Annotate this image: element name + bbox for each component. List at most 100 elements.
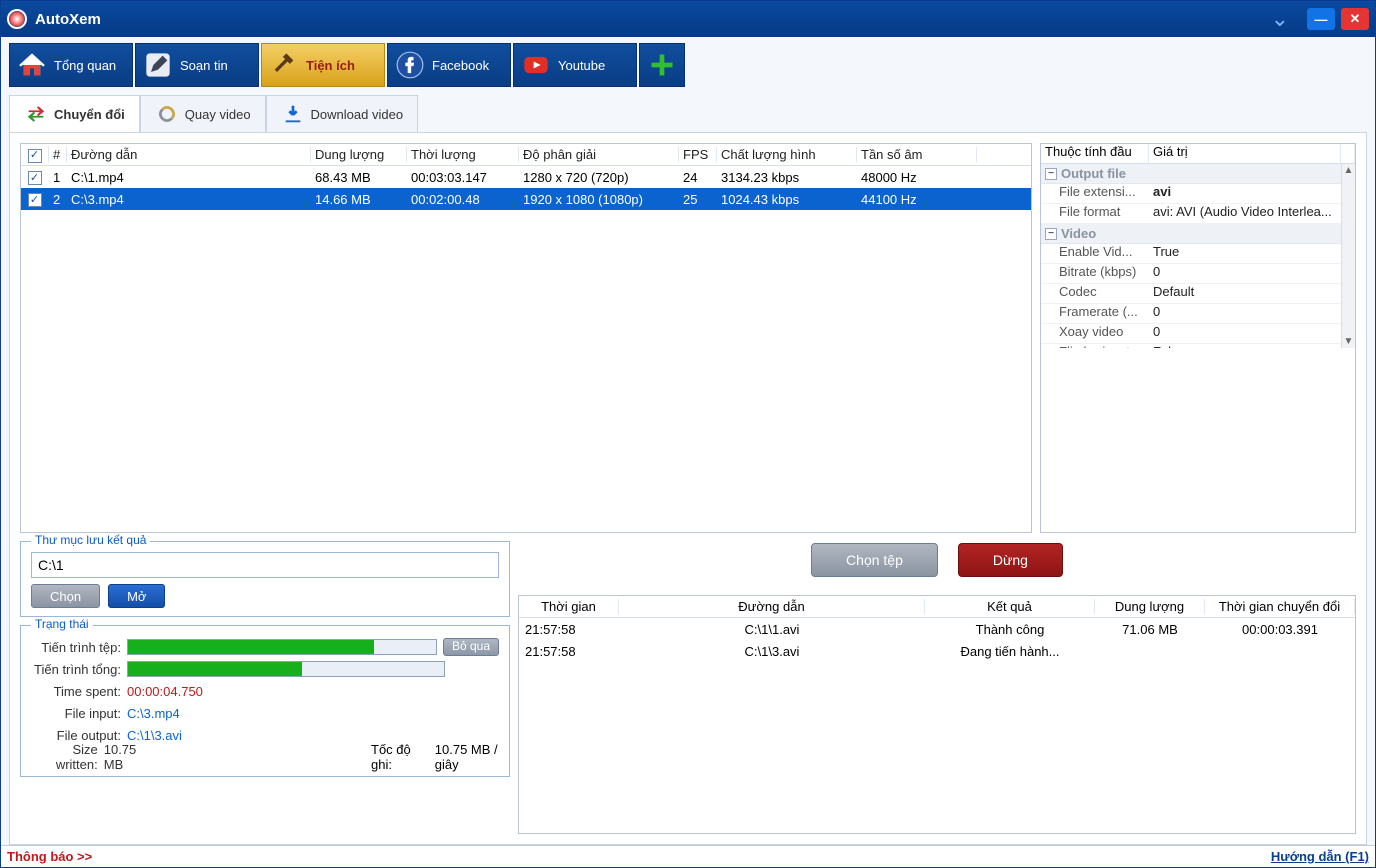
size-written-label: Size written: [31,742,98,772]
col-size[interactable]: Dung lượng [311,147,407,162]
pg-row[interactable]: Bitrate (kbps)0 [1041,264,1341,284]
tab-youtube-label: Youtube [558,58,605,73]
status-group: Trạng thái Tiến trình tệp: Bỏ qua Tiến t… [20,625,510,777]
file-input-label: File input: [31,706,121,721]
tab-compose-label: Soạn tin [180,58,228,73]
col-fps[interactable]: FPS [679,147,717,162]
help-link[interactable]: Hướng dẫn (F1) [1271,849,1369,864]
collapse-icon[interactable]: − [1045,168,1057,180]
property-grid-scrollbar[interactable]: ▲ ▼ [1341,164,1355,348]
col-vbitrate[interactable]: Chất lượng hình [717,147,857,162]
chevron-down-icon[interactable]: ⌄ [1271,6,1289,32]
pg-row[interactable]: CodecDefault [1041,284,1341,304]
tab-add[interactable] [639,43,685,87]
col-res[interactable]: Độ phân giải [519,147,679,162]
app-title: AutoXem [35,11,1271,28]
plus-icon [646,49,678,81]
property-grid-header: Thuộc tính đầu ... Giá trị [1041,144,1355,164]
file-progress-label: Tiến trình tệp: [31,640,121,655]
result-row[interactable]: 21:57:58C:\1\3.aviĐang tiến hành... [519,640,1355,662]
pg-row[interactable]: File formatavi: AVI (Audio Video Interle… [1041,204,1341,224]
check-all[interactable] [28,149,42,163]
write-speed-value: 10.75 MB / giây [435,742,499,772]
pg-row[interactable]: Framerate (...0 [1041,304,1341,324]
hammer-icon [268,49,300,81]
convert-icon [24,102,48,126]
rcol-conv[interactable]: Thời gian chuyển đổi [1205,599,1355,614]
close-button[interactable]: ✕ [1341,8,1369,30]
col-path[interactable]: Đường dẫn [67,147,311,162]
output-dir-group: Thư mục lưu kết quả Chọn Mở [20,541,510,617]
subtab-download-label: Download video [311,107,404,122]
stop-button[interactable]: Dừng [958,543,1063,577]
tab-facebook-label: Facebook [432,58,489,73]
subtab-convert[interactable]: Chuyển đổi [9,95,140,132]
tab-compose[interactable]: Soạn tin [135,43,259,87]
file-row[interactable]: 2C:\3.mp414.66 MB 00:02:00.481920 x 1080… [21,188,1031,210]
minimize-button[interactable]: — [1307,8,1335,30]
notification-text[interactable]: Thông báo >> [7,849,1271,864]
col-arate[interactable]: Tần số âm [857,147,977,162]
file-progress-bar [127,639,437,655]
write-speed-label: Tốc độ ghi: [371,742,417,772]
record-icon [155,102,179,126]
subtab-record[interactable]: Quay video [140,95,266,132]
pg-row[interactable]: Enable Vid...True [1041,244,1341,264]
result-row[interactable]: 21:57:58C:\1\1.aviThành công71.06 MB00:0… [519,618,1355,640]
scroll-down-icon[interactable]: ▼ [1343,335,1355,348]
tab-facebook[interactable]: Facebook [387,43,511,87]
tab-utilities[interactable]: Tiện ích [261,43,385,87]
app-logo-icon [7,9,27,29]
tab-overview-label: Tổng quan [54,58,116,73]
file-output-value[interactable]: C:\1\3.avi [127,728,182,743]
output-dir-input[interactable] [31,552,499,578]
tab-overview[interactable]: Tổng quan [9,43,133,87]
rcol-result[interactable]: Kết quả [925,599,1095,614]
pen-icon [142,49,174,81]
choose-dir-button[interactable]: Chọn [31,584,100,608]
file-grid[interactable]: # Đường dẫn Dung lượng Thời lượng Độ phâ… [20,143,1032,533]
facebook-icon [394,49,426,81]
total-progress-label: Tiến trình tổng: [31,662,121,677]
row-checkbox[interactable] [28,171,42,185]
col-num[interactable]: # [49,147,67,162]
file-row[interactable]: 1C:\1.mp468.43 MB 00:03:03.1471280 x 720… [21,166,1031,188]
row-checkbox[interactable] [28,193,42,207]
tab-utilities-label: Tiện ích [306,58,355,73]
pg-section[interactable]: −Output file [1041,164,1341,184]
youtube-icon [520,49,552,81]
file-grid-header: # Đường dẫn Dung lượng Thời lượng Độ phâ… [21,144,1031,166]
titlebar: AutoXem ⌄ — ✕ [1,1,1375,37]
choose-file-button[interactable]: Chọn tệp [811,543,938,577]
file-output-label: File output: [31,728,121,743]
scroll-up-icon[interactable]: ▲ [1343,164,1355,177]
results-header: Thời gian Đường dẫn Kết quả Dung lượng T… [519,596,1355,618]
subtab-record-label: Quay video [185,107,251,122]
open-dir-button[interactable]: Mở [108,584,165,608]
collapse-icon[interactable]: − [1045,228,1057,240]
skip-button[interactable]: Bỏ qua [443,638,499,656]
pg-section[interactable]: −Video [1041,224,1341,244]
file-input-value[interactable]: C:\3.mp4 [127,706,180,721]
rcol-time[interactable]: Thời gian [519,599,619,614]
results-grid[interactable]: Thời gian Đường dẫn Kết quả Dung lượng T… [518,595,1356,834]
output-dir-legend: Thư mục lưu kết quả [31,533,150,547]
status-bar: Thông báo >> Hướng dẫn (F1) [1,845,1375,867]
subtab-download[interactable]: Download video [266,95,419,132]
total-progress-bar [127,661,445,677]
property-grid[interactable]: Thuộc tính đầu ... Giá trị −Output fileF… [1040,143,1356,533]
rcol-path[interactable]: Đường dẫn [619,599,925,614]
rcol-size[interactable]: Dung lượng [1095,599,1205,614]
sub-tabs: Chuyển đổi Quay video Download video [9,95,1367,133]
main-tabs: Tổng quan Soạn tin Tiện ích Facebook You… [9,43,1367,87]
subtab-convert-label: Chuyển đổi [54,107,125,122]
pg-row[interactable]: File extensi...avi [1041,184,1341,204]
time-spent-value: 00:00:04.750 [127,684,203,699]
time-spent-label: Time spent: [31,684,121,699]
size-written-value: 10.75 MB [104,742,145,772]
col-duration[interactable]: Thời lượng [407,147,519,162]
pg-row[interactable]: Xoay video0 [1041,324,1341,344]
pg-row[interactable]: Flip horizont..False [1041,344,1341,348]
tab-youtube[interactable]: Youtube [513,43,637,87]
download-icon [281,102,305,126]
